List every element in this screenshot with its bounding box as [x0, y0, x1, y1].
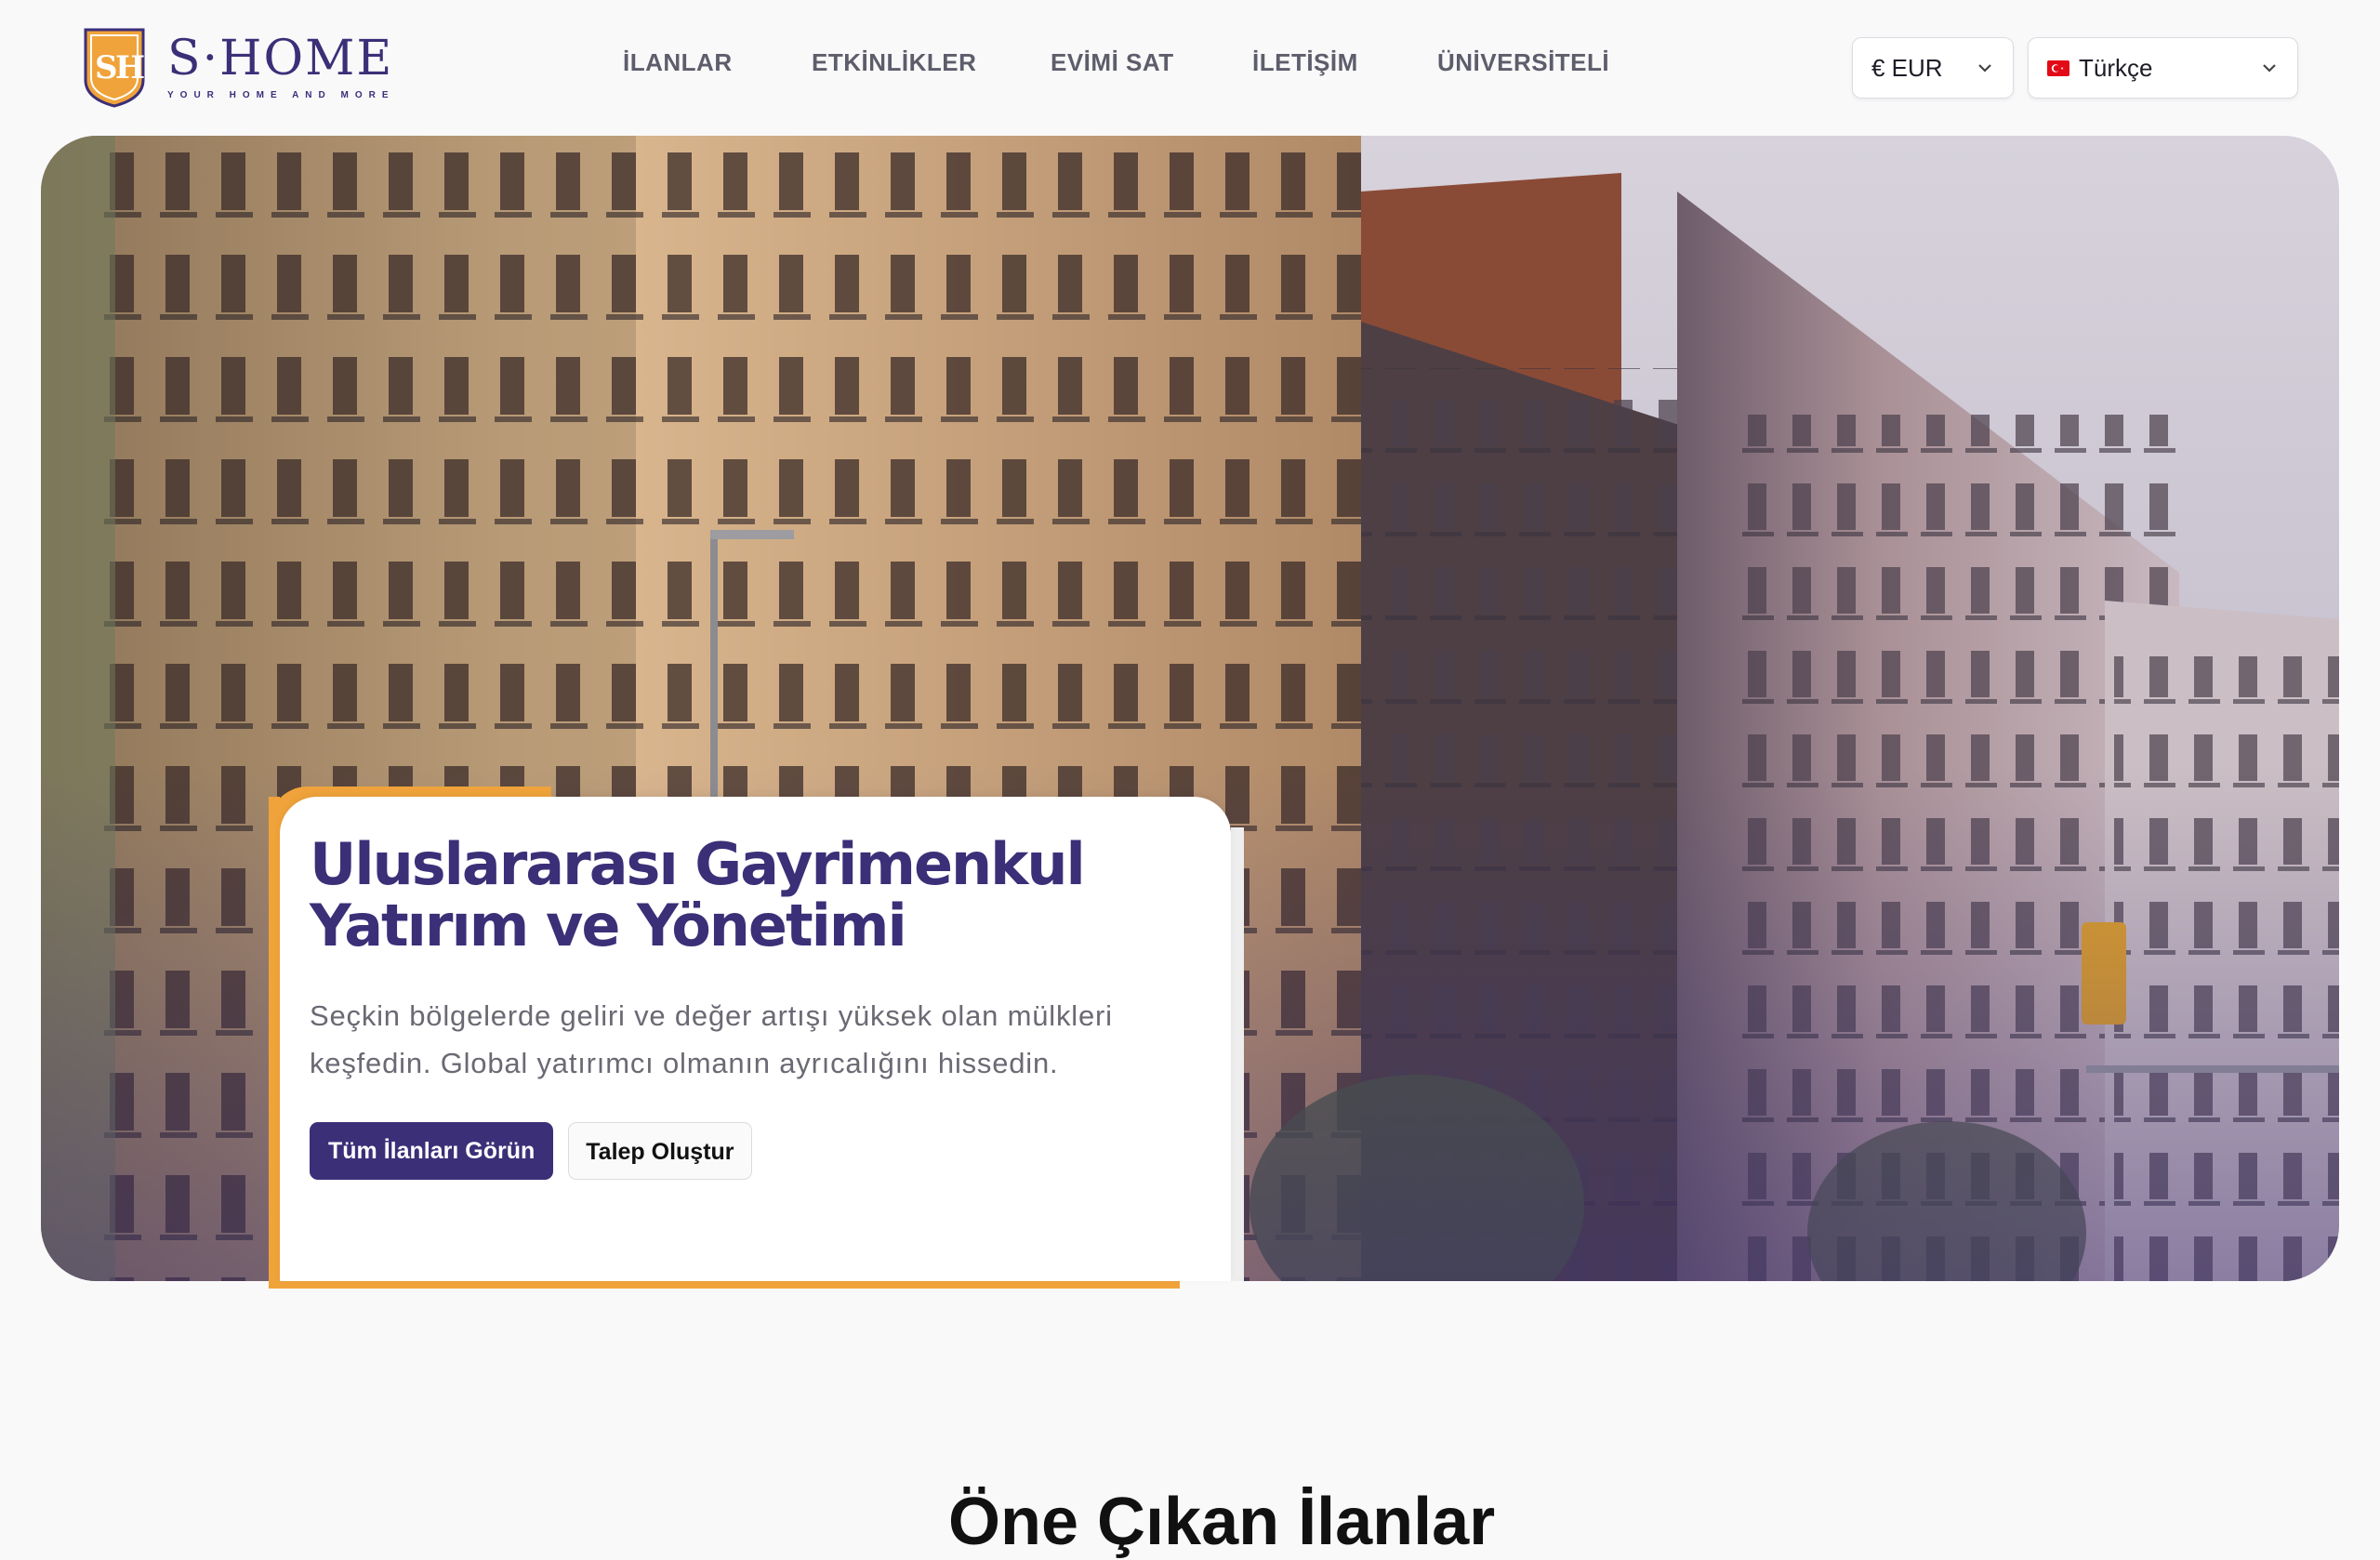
svg-text:H: H: [115, 49, 145, 86]
hero-title: Uluslararası Gayrimenkul Yatırım ve Yöne…: [310, 830, 1086, 959]
chevron-down-icon: [2263, 64, 2276, 73]
nav-item-evimi-sat[interactable]: EVİMİ SAT: [1051, 48, 1174, 77]
brand-name: S·HOME: [167, 30, 394, 86]
language-select[interactable]: Türkçe: [2028, 37, 2298, 99]
language-value: Türkçe: [2079, 53, 2153, 82]
hero-description: Seçkin bölgelerde geliri ve değer artışı…: [310, 999, 1113, 1079]
brand-logo[interactable]: S H S·HOME YOUR HOME AND MORE: [82, 26, 395, 108]
hero-button-row: Tüm İlanları Görün Talep Oluştur: [310, 1122, 1231, 1180]
turkey-flag-icon: [2047, 59, 2069, 76]
featured-listings-heading: Öne Çıkan İlanlar: [948, 1485, 1496, 1559]
currency-value: € EUR: [1871, 53, 1943, 82]
view-all-listings-button[interactable]: Tüm İlanları Görün: [310, 1122, 554, 1180]
site-header: S H S·HOME YOUR HOME AND MORE İLANLAR ET…: [0, 0, 2380, 135]
nav-item-universiteli[interactable]: ÜNİVERSİTELİ: [1437, 48, 1609, 77]
svg-text:S: S: [95, 49, 118, 86]
chevron-down-icon: [1978, 64, 1991, 73]
nav-item-iletisim[interactable]: İLETİŞİM: [1252, 48, 1358, 77]
nav-item-ilanlar[interactable]: İLANLAR: [623, 48, 733, 77]
nav-item-etkinlikler[interactable]: ETKİNLİKLER: [812, 48, 976, 77]
hero-card-accent-edge: [269, 797, 280, 1281]
currency-select[interactable]: € EUR: [1852, 37, 2014, 99]
hero-card-shadow-edge: [1231, 827, 1244, 1281]
hero-card: Uluslararası Gayrimenkul Yatırım ve Yöne…: [280, 797, 1231, 1281]
brand-tagline: YOUR HOME AND MORE: [167, 89, 395, 100]
create-request-button[interactable]: Talep Oluştur: [568, 1122, 752, 1180]
shome-logo-icon: S H: [84, 28, 145, 108]
